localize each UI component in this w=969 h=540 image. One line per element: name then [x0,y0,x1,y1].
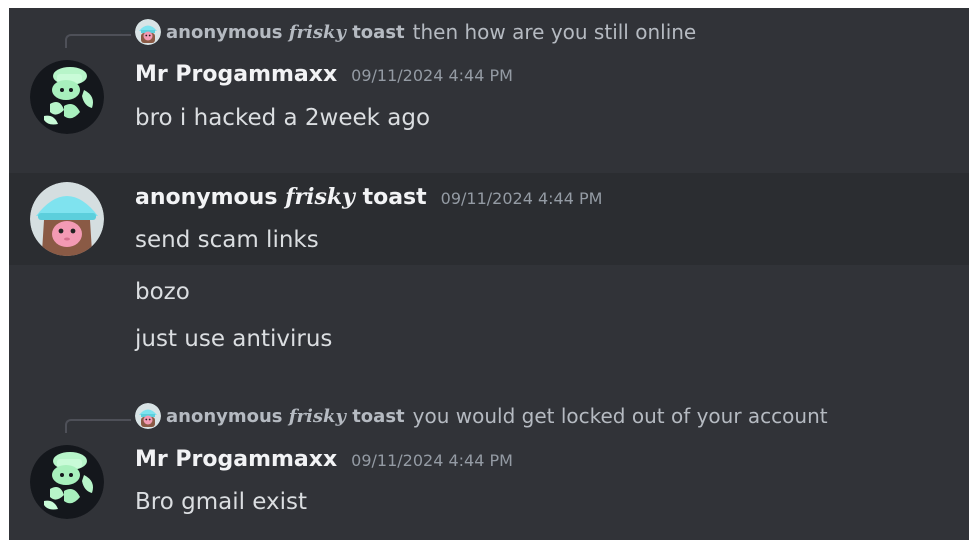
timestamp[interactable]: 09/11/2024 4:44 PM [351,66,513,85]
reply-preview[interactable]: anonymous frisky toast then how are you … [135,19,696,45]
reply-author-name[interactable]: anonymous frisky toast [166,406,405,427]
timestamp[interactable]: 09/11/2024 4:44 PM [351,451,513,470]
reply-preview[interactable]: anonymous frisky toast you would get loc… [135,403,828,429]
toast-mini-avatar-icon [135,19,161,45]
message-text: send scam links [135,227,319,253]
green-mascot-avatar-icon[interactable] [30,445,104,519]
toast-mini-avatar-icon [135,403,161,429]
reply-spine [65,34,131,48]
author-name[interactable]: Mr Progammaxx [135,447,337,472]
message-text: bro i hacked a 2week ago [135,105,431,131]
reply-spine [65,419,131,433]
reply-excerpt[interactable]: you would get locked out of your account [413,404,828,428]
reply-excerpt[interactable]: then how are you still online [413,20,697,44]
author-name[interactable]: Mr Progammaxx [135,62,337,87]
reply-author-name[interactable]: anonymous frisky toast [166,22,405,43]
green-mascot-avatar-icon[interactable] [30,60,104,134]
message-text: bozo [135,279,190,305]
timestamp[interactable]: 09/11/2024 4:44 PM [441,189,603,208]
message-header: Mr Progammaxx 09/11/2024 4:44 PM [135,62,513,94]
author-name[interactable]: anonymous frisky toast [135,184,427,210]
message-text: just use antivirus [135,326,333,352]
message-text: Bro gmail exist [135,489,308,515]
message-header: Mr Progammaxx 09/11/2024 4:44 PM [135,447,513,479]
chat-panel: anonymous frisky toast then how are you … [9,8,969,540]
message-header: anonymous frisky toast 09/11/2024 4:44 P… [135,184,602,216]
pink-bob-hat-avatar-icon[interactable] [30,182,104,256]
